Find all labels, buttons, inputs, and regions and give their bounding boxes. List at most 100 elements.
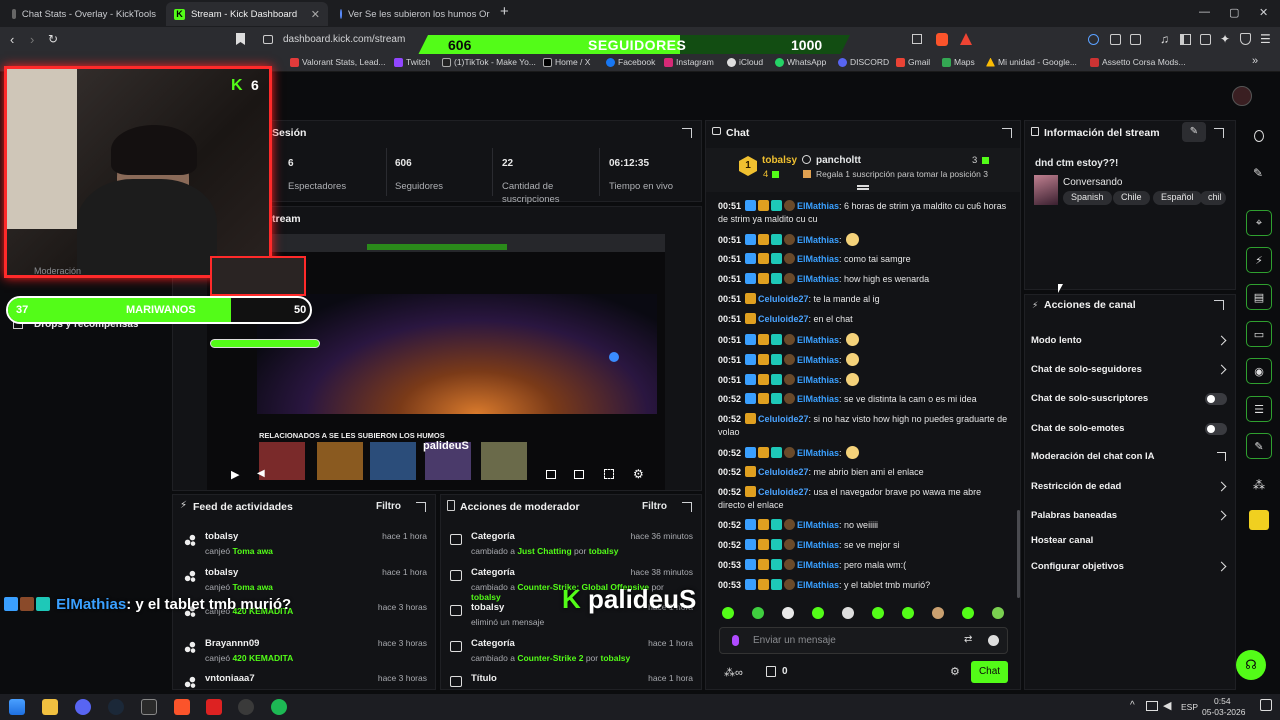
emote-icon[interactable] [752,607,764,619]
message-username[interactable]: Celuloide27 [758,414,809,424]
emote-icon[interactable] [932,607,944,619]
second-user[interactable]: pancholtt [816,155,861,166]
extension-icon[interactable] [1110,34,1121,45]
bookmark-maps[interactable]: Maps [942,57,975,67]
reload-icon[interactable]: ↻ [48,32,58,46]
brave-icon[interactable] [174,699,190,715]
tab-chat-stats[interactable]: Chat Stats - Overlay - KickTools [4,2,164,26]
sidebar-moderation[interactable]: Moderación [34,266,81,276]
chat-message[interactable]: 00:52 Celuloide27: usa el navegador brave… [718,486,1010,511]
rail-button[interactable]: ◉ [1246,358,1272,384]
activity-item[interactable]: tobalsy canjeó Toma awa hace 1 hora [205,531,427,556]
message-username[interactable]: ElMathias [797,274,839,284]
chat-message[interactable]: 00:53 ElMathias: pero mala wm:( [718,559,1010,572]
chat-input-box[interactable]: Enviar un mensaje ⇄ [719,627,1008,654]
mod-filter-button[interactable]: Filtro [642,501,667,512]
leader-user[interactable]: tobalsy [762,155,797,166]
stream-tag[interactable]: chil [1200,191,1226,205]
chat-message[interactable]: 00:51 Celuloide27: te la mande al ig [718,293,1010,306]
chat-message[interactable]: 00:51 ElMathias: [718,373,1010,387]
channel-points-icon[interactable]: ⁂∞ [724,666,743,679]
site-info-icon[interactable] [263,35,273,44]
channel-action-label[interactable]: Hostear canal [1031,535,1093,546]
rail-button[interactable]: ⌖ [1246,210,1272,236]
thumbnail[interactable] [481,442,527,480]
bookmark-tiktok[interactable]: (1)TikTok - Make Yo... [442,57,536,67]
channel-action-label[interactable]: Modo lento [1031,335,1082,346]
message-username[interactable]: ElMathias [797,580,839,590]
community-icon[interactable]: ⁂ [1253,478,1265,492]
user-avatar[interactable] [1232,86,1252,106]
message-username[interactable]: Celuloide27 [758,487,809,497]
bookmark-gmail[interactable]: Gmail [896,57,930,67]
rail-button[interactable]: ✎ [1246,433,1272,459]
extension-icon[interactable] [1088,34,1099,45]
emote-icon[interactable] [722,607,734,619]
stream-tag[interactable]: Español [1153,191,1202,205]
toggle-switch[interactable] [1205,393,1227,405]
minimize-icon[interactable]: — [1199,6,1210,18]
help-headset-icon[interactable]: ☊ [1236,650,1266,680]
message-username[interactable]: ElMathias [797,254,839,264]
thumbnail[interactable] [370,442,416,480]
message-username[interactable]: ElMathias [797,520,839,530]
stream-tag[interactable]: Spanish [1063,191,1112,205]
message-username[interactable]: ElMathias [797,355,839,365]
thumbnail[interactable] [317,442,363,480]
message-username[interactable]: ElMathias [797,335,839,345]
theater-icon[interactable] [546,470,556,479]
new-tab-icon[interactable]: + [500,3,509,20]
volume-icon[interactable]: ◀ [1163,699,1171,712]
url-text[interactable]: dashboard.kick.com/stream [283,34,405,45]
bookmark-twitch[interactable]: Twitch [394,57,430,67]
extension-icon[interactable] [1130,34,1141,45]
chat-message[interactable]: 00:51 ElMathias: 6 horas de strim ya mald… [718,200,1010,225]
expand-icon[interactable] [1214,128,1224,138]
chat-message[interactable]: 00:51 ElMathias: [718,333,1010,347]
bookmark-x[interactable]: Home / X [543,57,590,67]
clock-date[interactable]: 05-03-2026 [1202,707,1245,717]
bookmark-instagram[interactable]: Instagram [664,57,714,67]
chat-message[interactable]: 00:52 ElMathias: se ve mejor si [718,539,1010,552]
vpn-icon[interactable] [1240,33,1251,45]
rail-button[interactable]: ⚡ [1246,247,1272,273]
fullscreen-icon[interactable] [604,469,614,479]
leo-ai-icon[interactable]: ✦ [1220,32,1230,46]
chat-message[interactable]: 00:51 ElMathias: [718,353,1010,367]
play-icon[interactable]: ▶ [231,468,239,481]
obs-icon[interactable] [238,699,254,715]
chat-message[interactable]: 00:51 Celuloide27: en el chat [718,313,1010,326]
channel-action-label[interactable]: Moderación del chat con IA [1031,451,1155,462]
activity-item[interactable]: tobalsy canjeó Toma awa hace 1 hora [205,567,427,592]
toggle-switch[interactable] [1205,423,1227,435]
message-username[interactable]: Celuloide27 [758,467,809,477]
pencil-icon[interactable]: ✎ [1253,166,1263,180]
expand-icon[interactable] [682,502,692,512]
message-username[interactable]: ElMathias [797,201,839,211]
epic-icon[interactable] [141,699,157,715]
channel-action-label[interactable]: Palabras baneadas [1031,510,1117,521]
channel-action-label[interactable]: Configurar objetivos [1031,561,1124,572]
volume-icon[interactable]: ◀ [257,468,265,479]
clapper-icon[interactable] [1249,510,1269,530]
spotify-icon[interactable] [271,699,287,715]
tab-video[interactable]: Ver Se les subieron los humos Or [332,2,496,26]
language-indicator[interactable]: ESP [1181,702,1198,712]
emote-icon[interactable] [812,607,824,619]
channel-action-label[interactable]: Chat de solo-suscriptores [1031,393,1148,404]
activity-item[interactable]: vntoniaaa7 hace 3 horas [205,673,427,684]
message-username[interactable]: Celuloide27 [758,294,809,304]
tray-chevron-icon[interactable]: ^ [1130,700,1135,711]
rail-button[interactable]: ▤ [1246,284,1272,310]
send-chat-button[interactable]: Chat [971,661,1008,683]
windows-start-icon[interactable] [9,699,25,715]
media-icon[interactable]: ♫ [1160,32,1169,46]
chat-message[interactable]: 00:51 ElMathias: how high es wenarda [718,273,1010,286]
rail-button[interactable]: ▭ [1246,321,1272,347]
message-username[interactable]: Celuloide27 [758,314,809,324]
channel-action-label[interactable]: Chat de solo-seguidores [1031,364,1142,375]
bookmark-discord[interactable]: DISCORD [838,57,889,67]
chat-message[interactable]: 00:52 Celuloide27: si no haz visto how hi… [718,413,1010,438]
expand-icon[interactable] [1214,300,1224,310]
chat-message[interactable]: 00:51 ElMathias: como tai samgre [718,253,1010,266]
